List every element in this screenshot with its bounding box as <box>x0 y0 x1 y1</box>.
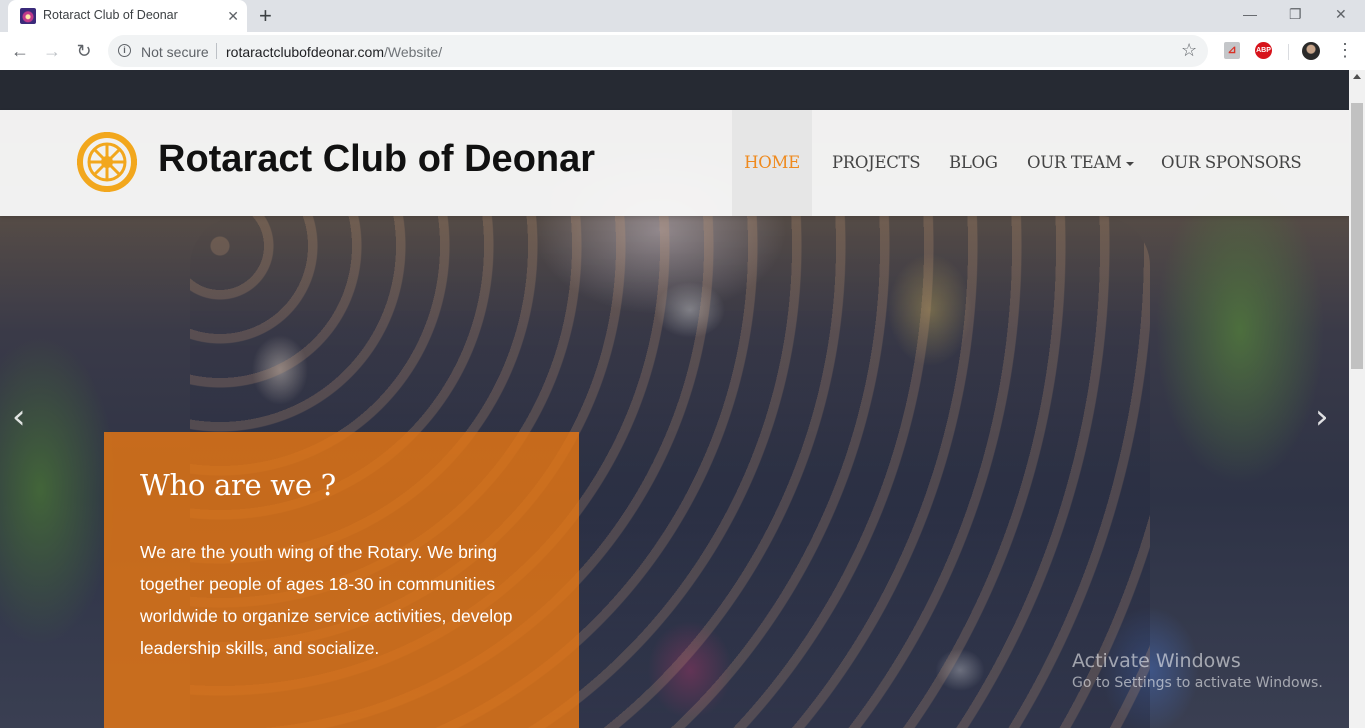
browser-toolbar: ← → ↻ i Not secure rotaractclubofdeonar.… <box>0 32 1365 71</box>
site-header: Rotaract Club of Deonar HOME PROJECTS BL… <box>0 110 1349 216</box>
address-separator <box>216 43 217 59</box>
minimize-window-button[interactable]: — <box>1243 4 1257 24</box>
rotary-wheel-logo[interactable] <box>77 132 137 192</box>
carousel-prev-icon[interactable]: ‹ <box>12 397 26 437</box>
nav-home[interactable]: HOME <box>732 110 812 216</box>
info-icon[interactable]: i <box>118 44 131 57</box>
reload-button[interactable]: ↻ <box>73 40 95 62</box>
browser-tab[interactable]: Rotaract Club of Deonar ✕ <box>8 0 247 32</box>
close-tab-icon[interactable]: ✕ <box>227 7 239 25</box>
watermark-title: Activate Windows <box>1072 650 1241 672</box>
adblock-extension-icon[interactable]: ABP <box>1255 42 1272 59</box>
toolbar-divider <box>1288 44 1289 60</box>
site-favicon-icon <box>20 8 36 24</box>
nav-blog[interactable]: BLOG <box>933 110 1014 216</box>
restore-window-button[interactable]: ❐ <box>1289 4 1302 24</box>
tab-title: Rotaract Club of Deonar <box>43 8 178 22</box>
security-label[interactable]: Not secure <box>141 44 209 60</box>
url-path: /Website/ <box>383 44 443 60</box>
who-are-we-callout: Who are we ? We are the youth wing of th… <box>104 432 579 728</box>
web-page: Rotaract Club of Deonar HOME PROJECTS BL… <box>0 70 1349 728</box>
scrollbar-thumb[interactable] <box>1351 103 1363 369</box>
url-host: rotaractclubofdeonar.com <box>226 44 384 60</box>
hero-top-strip <box>0 70 1349 110</box>
site-title[interactable]: Rotaract Club of Deonar <box>158 138 595 181</box>
pdf-extension-icon[interactable]: ⊿ <box>1224 42 1240 59</box>
nav-our-sponsors[interactable]: OUR SPONSORS <box>1145 110 1317 216</box>
browser-tab-strip: Rotaract Club of Deonar ✕ + — ❐ ✕ <box>0 0 1365 32</box>
browser-menu-icon[interactable]: ⋮ <box>1336 40 1354 60</box>
carousel-next-icon[interactable]: › <box>1315 397 1329 437</box>
bookmark-star-icon[interactable]: ☆ <box>1181 40 1197 61</box>
scroll-up-arrow-icon[interactable] <box>1353 74 1361 79</box>
back-button[interactable]: ← <box>9 40 31 62</box>
activate-windows-watermark: Activate Windows Go to Settings to activ… <box>1072 650 1323 691</box>
watermark-subtitle: Go to Settings to activate Windows. <box>1072 675 1323 691</box>
close-window-button[interactable]: ✕ <box>1335 4 1347 24</box>
new-tab-button[interactable]: + <box>259 4 272 28</box>
nav-projects[interactable]: PROJECTS <box>816 110 936 216</box>
nav-our-team[interactable]: OUR TEAM <box>1011 110 1150 216</box>
page-scrollbar[interactable] <box>1349 70 1365 728</box>
nav-our-team-label: OUR TEAM <box>1027 153 1122 172</box>
callout-heading: Who are we ? <box>140 468 336 502</box>
forward-button[interactable]: → <box>41 40 63 62</box>
profile-avatar[interactable] <box>1302 42 1320 60</box>
callout-text: We are the youth wing of the Rotary. We … <box>140 542 513 658</box>
address-bar[interactable]: i Not secure rotaractclubofdeonar.com/We… <box>108 35 1208 67</box>
caret-down-icon <box>1125 161 1134 166</box>
url-text[interactable]: rotaractclubofdeonar.com/Website/ <box>226 44 442 60</box>
